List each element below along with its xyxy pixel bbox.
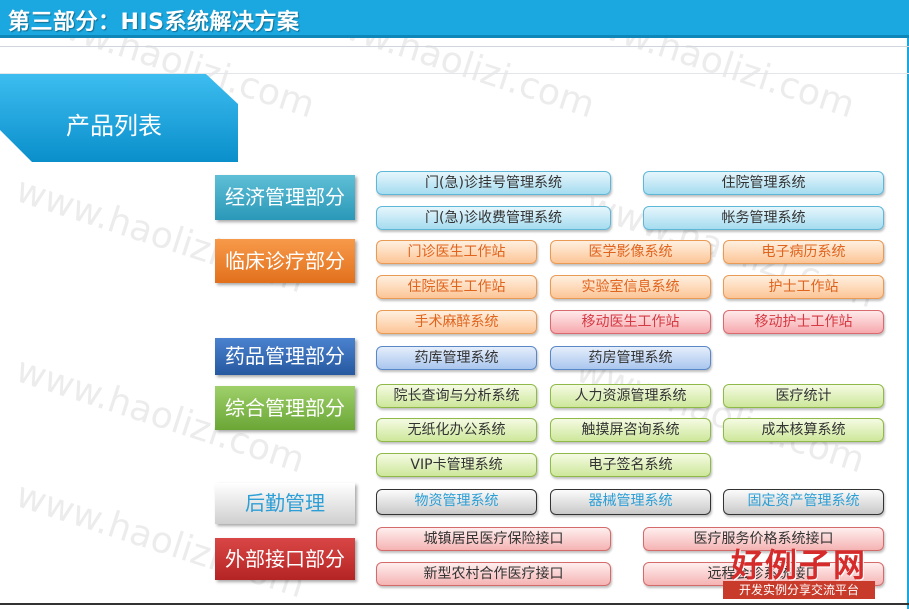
category-economic: 经济管理部分 [215,175,355,220]
system-medical-statistics[interactable]: 医疗统计 [723,384,884,408]
system-pharmacy[interactable]: 药房管理系统 [550,346,711,370]
category-logistics: 后勤管理 [215,483,355,524]
interface-urban-insurance[interactable]: 城镇居民医疗保险接口 [376,527,611,551]
system-vip-card[interactable]: VIP卡管理系统 [376,453,537,477]
system-inpatient-doctor-station[interactable]: 住院医生工作站 [376,275,537,299]
bottom-rule [0,603,909,605]
category-interface: 外部接口部分 [215,538,355,580]
system-materials[interactable]: 物资管理系统 [376,489,537,515]
system-touchscreen-consult[interactable]: 触摸屏咨询系统 [550,418,711,442]
system-drug-warehouse[interactable]: 药库管理系统 [376,346,537,370]
system-outpatient-billing[interactable]: 门(急)诊收费管理系统 [376,206,611,230]
system-equipment[interactable]: 器械管理系统 [550,489,711,515]
category-clinical: 临床诊疗部分 [215,239,355,283]
system-medical-imaging[interactable]: 医学影像系统 [550,240,711,264]
system-hr[interactable]: 人力资源管理系统 [550,384,711,408]
system-fixed-assets[interactable]: 固定资产管理系统 [723,489,884,515]
system-emr[interactable]: 电子病历系统 [723,240,884,264]
system-outpatient-doctor-station[interactable]: 门诊医生工作站 [376,240,537,264]
interface-rural-cooperative[interactable]: 新型农村合作医疗接口 [376,562,611,586]
system-mobile-nurse-station[interactable]: 移动护士工作站 [723,310,884,334]
category-general: 综合管理部分 [215,386,355,430]
system-nurse-station[interactable]: 护士工作站 [723,275,884,299]
page-title: 第三部分：HIS系统解决方案 [8,10,300,35]
system-mobile-doctor-station[interactable]: 移动医生工作站 [550,310,711,334]
system-outpatient-registration[interactable]: 门(急)诊挂号管理系统 [376,171,611,195]
system-cost-accounting[interactable]: 成本核算系统 [723,418,884,442]
section-banner-label: 产品列表 [66,112,162,140]
system-accounting[interactable]: 帐务管理系统 [643,206,884,230]
system-e-signature[interactable]: 电子签名系统 [550,453,711,477]
system-lis[interactable]: 实验室信息系统 [550,275,711,299]
site-logo: 好例子网 开发实例分享交流平台 [723,540,903,602]
system-anesthesia[interactable]: 手术麻醉系统 [376,310,537,334]
divider [0,46,909,47]
system-inpatient-management[interactable]: 住院管理系统 [643,171,884,195]
category-pharmacy: 药品管理部分 [215,338,355,375]
system-paperless-office[interactable]: 无纸化办公系统 [376,418,537,442]
logo-main: 好例子网 [731,546,868,584]
logo-sub: 开发实例分享交流平台 [723,581,875,599]
system-director-query[interactable]: 院长查询与分析系统 [376,384,537,408]
title-bar: 第三部分：HIS系统解决方案 [0,0,909,38]
